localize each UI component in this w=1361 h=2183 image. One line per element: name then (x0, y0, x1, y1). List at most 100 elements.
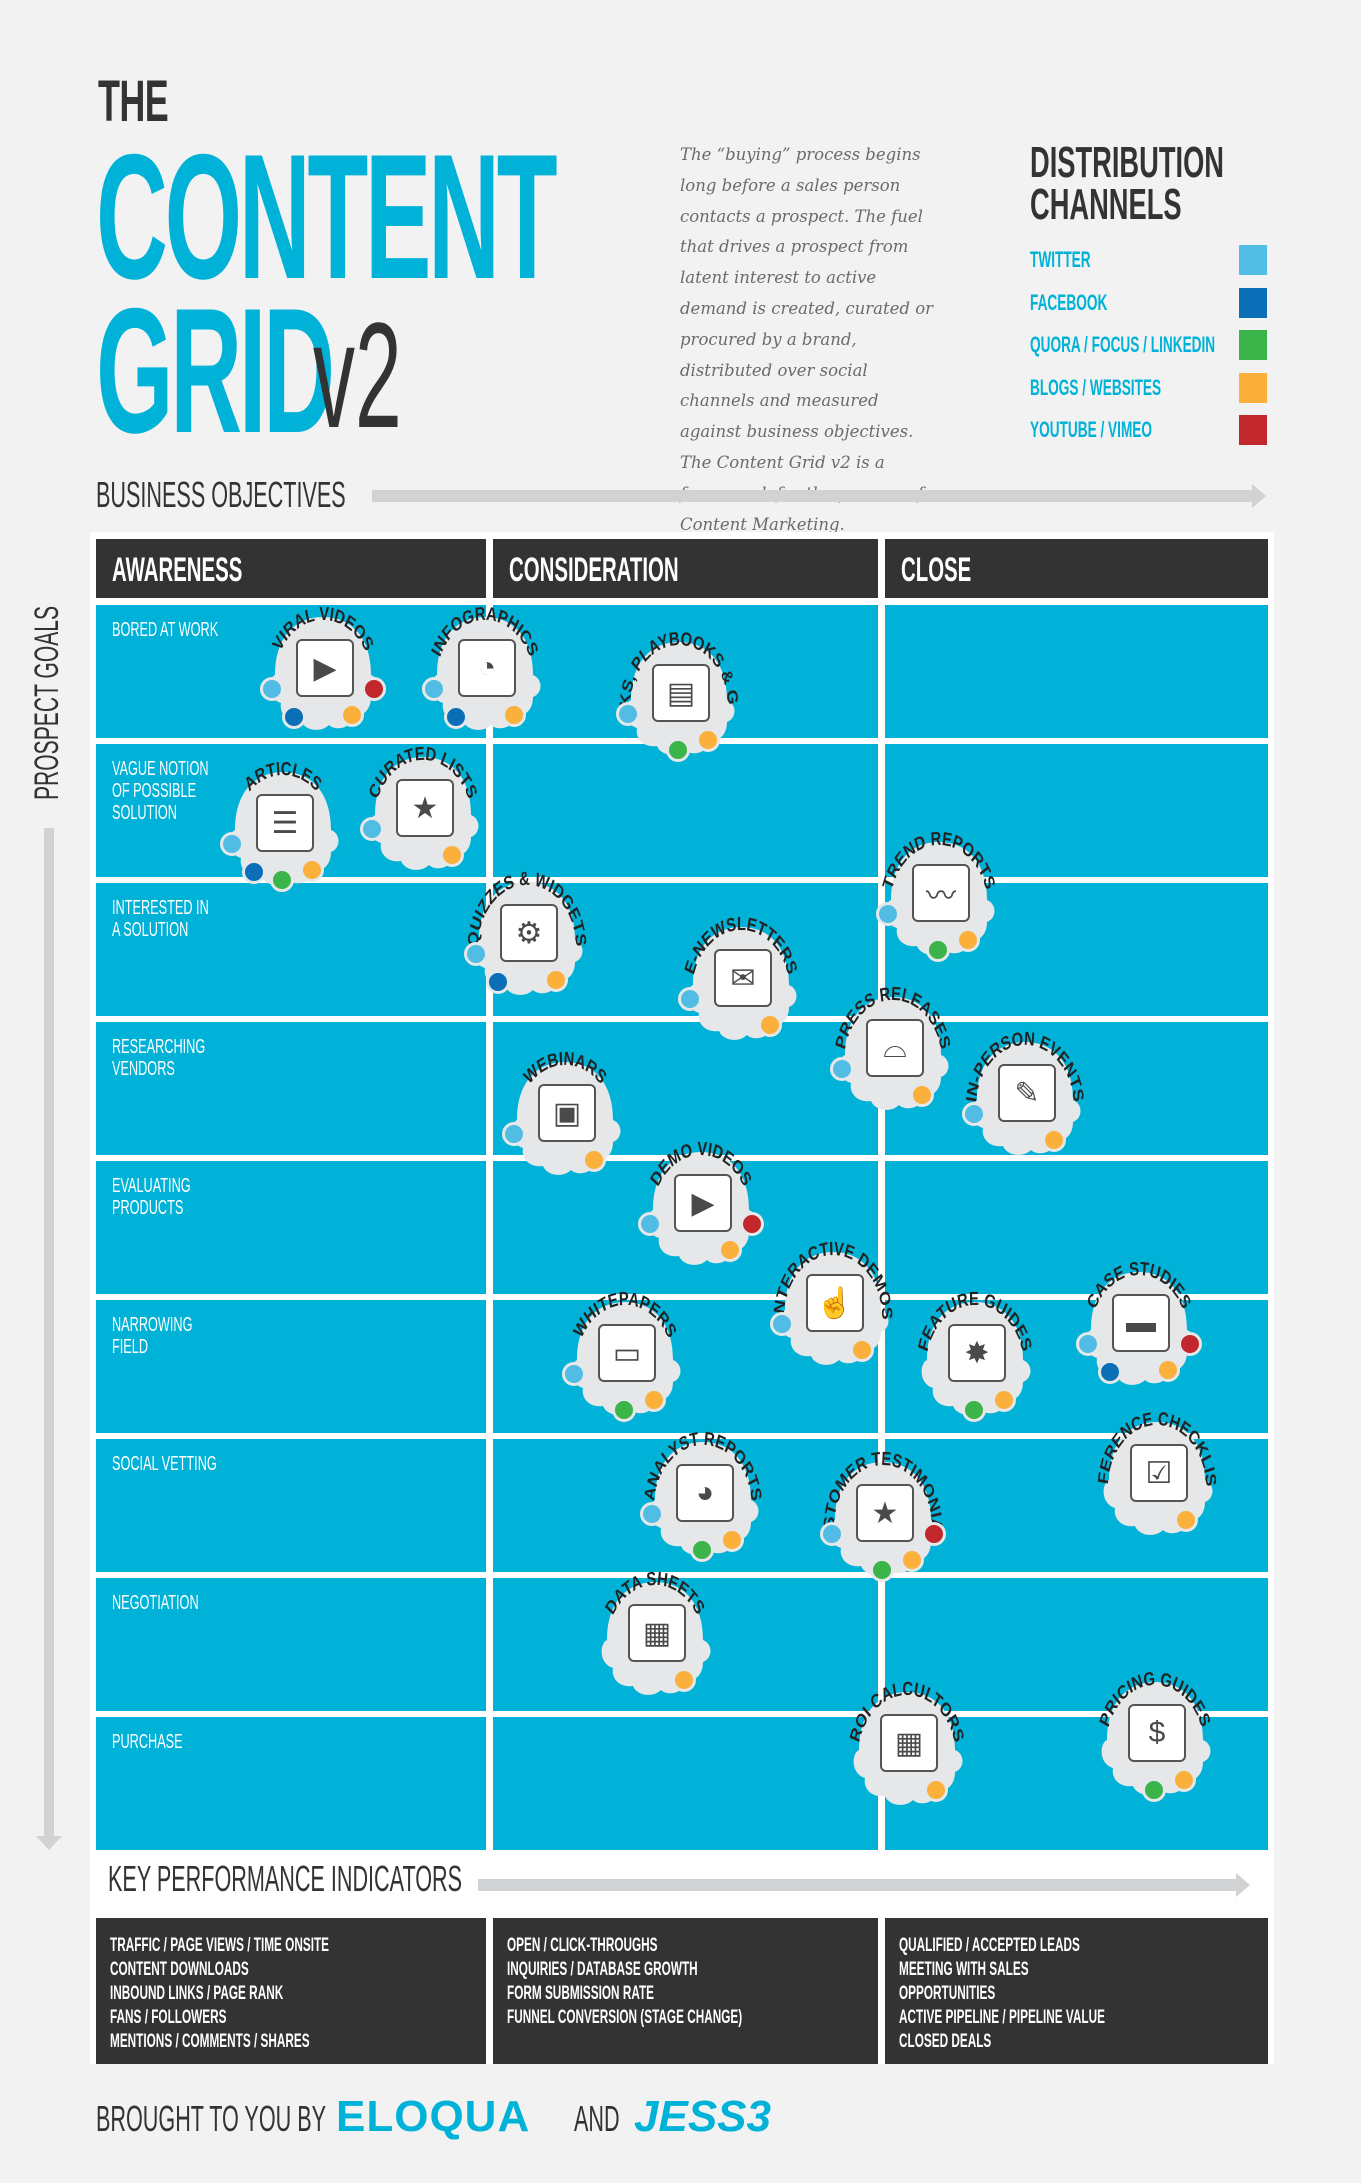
channel-dot-quora (962, 1398, 986, 1422)
prospect-goals-label: PROSPECT GOALS (28, 605, 66, 800)
channel-dot-blogs (1156, 1358, 1180, 1382)
channel-dot-youtube (362, 677, 386, 701)
brought-by-label: BROUGHT TO YOU BY (96, 2098, 327, 2139)
content-type-feature-guides: FEATURE GUIDES ✸ (910, 1288, 1040, 1422)
demo-button-icon: ☝ (806, 1274, 864, 1332)
kpi-item: CLOSED DEALS (899, 2031, 992, 2052)
newsletter-cursor-icon: ✉ (714, 949, 772, 1007)
credits: BROUGHT TO YOU BY ELOQUA AND JESS3 (96, 2092, 771, 2141)
kpi-item: FUNNEL CONVERSION (STAGE CHANGE) (507, 2007, 743, 2028)
grid-cell: NEGOTIATION (96, 1578, 486, 1711)
channel-dot-quora (612, 1398, 636, 1422)
title-version: v2 (313, 291, 402, 459)
channel-dot-facebook (444, 705, 468, 729)
grid-cell (493, 744, 878, 877)
content-type-whitepapers: WHITEPAPERS ▭ (560, 1288, 690, 1422)
briefcase-icon: ▬ (1112, 1294, 1170, 1352)
press-hat-icon: ⌓ (866, 1019, 924, 1077)
calculator-icon: ▦ (880, 1714, 938, 1772)
content-type-case-studies: CASE STUDIES ▬ (1074, 1258, 1204, 1390)
business-objectives-arrow (372, 484, 1266, 508)
channel-dot-blogs (924, 1778, 948, 1802)
content-type-customer-testimonials: CUSTOMER TESTIMONIALS★ (818, 1433, 948, 1582)
prospect-goal-label: NARROWING FIELD (112, 1313, 193, 1358)
channel-dot-blogs (758, 1013, 782, 1037)
and-label: AND (574, 2098, 620, 2139)
blueprint-icon: ✸ (948, 1324, 1006, 1382)
kpi-arrow (478, 1873, 1250, 1897)
channel-dot-twitter (770, 1312, 794, 1336)
channel-dot-twitter (962, 1102, 986, 1126)
channel-dot-quora (690, 1538, 714, 1562)
grid-cell: NARROWING FIELD (96, 1300, 486, 1433)
kpi-item: MEETING WITH SALES (899, 1959, 1029, 1980)
content-type-infographics: INFOGRAPHICS ◔ (420, 603, 550, 735)
channel-dot-twitter (640, 1502, 664, 1526)
star-person-icon: ★ (856, 1484, 914, 1542)
channel-dot-blogs (300, 858, 324, 882)
channel-dot-blogs (1174, 1508, 1198, 1532)
channel-dot-blogs (850, 1338, 874, 1362)
prospect-goal-label: VAGUE NOTION OF POSSIBLE SOLUTION (112, 757, 209, 824)
tv-play-icon: ▶ (296, 639, 354, 697)
prospect-goals-arrow (36, 828, 62, 1850)
content-type-e-newsletters: E-NEWSLETTERS ✉ (676, 913, 806, 1045)
kpi-box-close: QUALIFIED / ACCEPTED LEADS MEETING WITH S… (885, 1918, 1268, 2064)
checklist-icon: ☑ (1130, 1444, 1188, 1502)
channel-dot-twitter (260, 677, 284, 701)
prospect-goal-label: RESEARCHING VENDORS (112, 1035, 206, 1080)
content-type-press-releases: PRESS RELEASES ⌓ (828, 983, 958, 1115)
kpi-item: INQUIRIES / DATABASE GROWTH (507, 1959, 698, 1980)
step-video-icon: ▶ (674, 1174, 732, 1232)
channel-dot-blogs (340, 703, 364, 727)
distribution-title-line1: DISTRIBUTION (1030, 138, 1224, 187)
channel-swatch (1239, 330, 1267, 360)
channel-dot-twitter (820, 1522, 844, 1546)
channel-dot-twitter (678, 987, 702, 1011)
channel-dot-quora (270, 868, 294, 892)
distribution-channels-title: DISTRIBUTION CHANNELS (1030, 138, 1224, 229)
prospect-goal-label: NEGOTIATION (112, 1591, 199, 1614)
channel-dot-blogs (720, 1528, 744, 1552)
channel-label: BLOGS / WEBSITES (1030, 374, 1162, 400)
content-type-data-sheets: DATA SHEETS ▦ (590, 1568, 720, 1700)
prospect-goal-label: INTERESTED IN A SOLUTION (112, 896, 209, 941)
channel-dot-blogs (502, 703, 526, 727)
channel-youtube: YOUTUBE / VIMEO (1030, 415, 1270, 445)
content-type-reference-checklists: REFERENCE CHECKLISTS☑ (1092, 1393, 1222, 1540)
presentation-chart-icon: ◔ (458, 639, 516, 697)
top-ten-booklet-icon: ★ (396, 779, 454, 837)
eloqua-logo: ELOQUA (336, 2092, 531, 2141)
channel-label: YOUTUBE / VIMEO (1030, 417, 1153, 442)
column-header-awareness: AWARENESS (96, 539, 486, 598)
grid-cell: RESEARCHING VENDORS (96, 1022, 486, 1155)
content-type-roi-calcultors: ROI CALCULTORS ▦ (842, 1678, 972, 1810)
content-type-pricing-guides: PRICING GUIDES $ (1090, 1668, 1220, 1802)
content-type-viral-videos: VIRAL VIDEOS ▶ (258, 603, 388, 735)
channel-dot-quora (870, 1558, 894, 1582)
content-type-articles: ARTICLES ☰ (218, 758, 348, 892)
svg-text:ARTICLES: ARTICLES (241, 758, 324, 795)
channel-dot-twitter (562, 1362, 586, 1386)
channel-dot-youtube (922, 1522, 946, 1546)
channel-facebook: FACEBOOK (1030, 287, 1270, 318)
content-type-in-person-events: IN-PERSON EVENTS ✎ (960, 1028, 1090, 1160)
channel-dot-quora (666, 738, 690, 762)
channel-dot-twitter (422, 677, 446, 701)
channel-label: FACEBOOK (1030, 289, 1108, 315)
channel-dot-quora (926, 938, 950, 962)
kpi-item: INBOUND LINKS / PAGE RANK (110, 1983, 284, 2004)
channel-dot-facebook (242, 860, 266, 884)
kpi-item: FANS / FOLLOWERS (110, 2007, 227, 2028)
channel-dot-blogs (440, 843, 464, 867)
svg-text:WEBINARS: WEBINARS (521, 1048, 610, 1088)
channel-label: QUORA / FOCUS / LINKEDIN (1030, 332, 1216, 357)
trend-report-icon: 〰 (912, 864, 970, 922)
kpi-item: QUALIFIED / ACCEPTED LEADS (899, 1935, 1080, 1956)
channel-quora: QUORA / FOCUS / LINKEDIN (1030, 330, 1270, 360)
distribution-title-line2: CHANNELS (1030, 180, 1182, 229)
grid-cell: PURCHASE (96, 1717, 486, 1850)
column-header-label: CONSIDERATION (509, 551, 679, 589)
channel-dot-blogs (910, 1083, 934, 1107)
name-tag-icon: ✎ (998, 1064, 1056, 1122)
